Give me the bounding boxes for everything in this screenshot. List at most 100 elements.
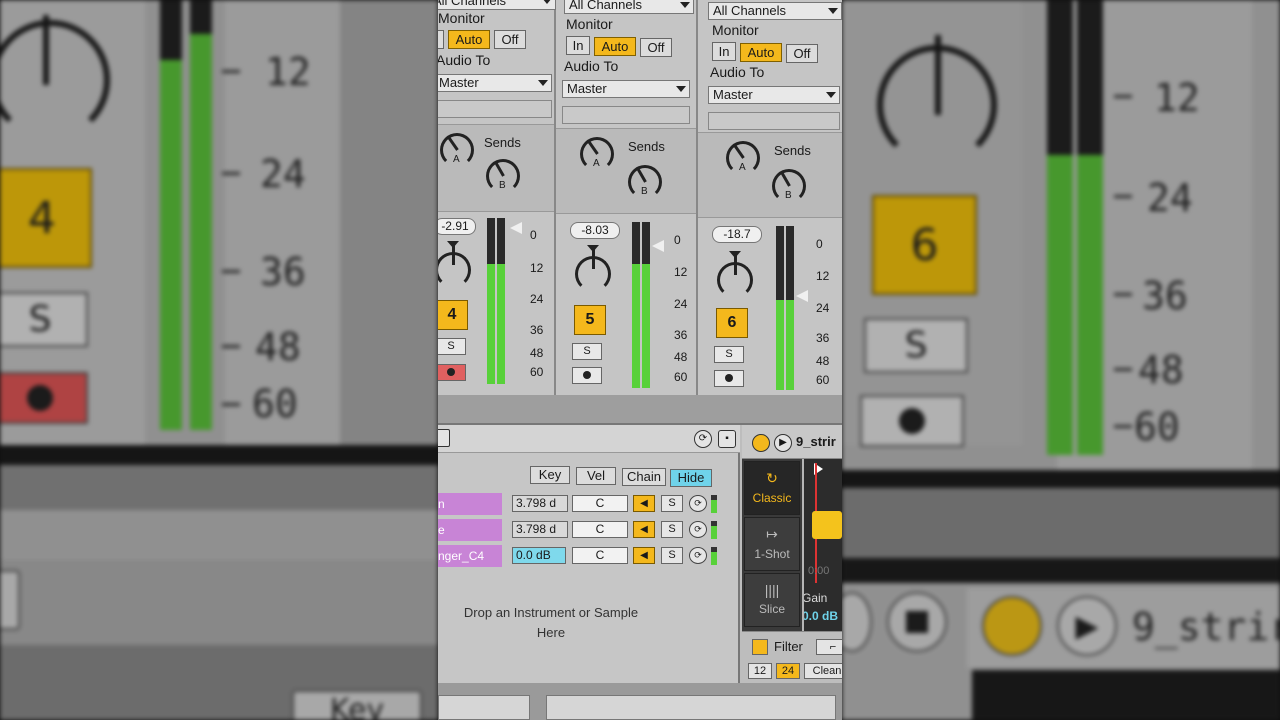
track-volume-display[interactable]: -8.03 — [570, 222, 620, 239]
slope-12-button[interactable]: 12 — [748, 663, 772, 679]
drop-zone-text[interactable]: Drop an Instrument or Sample — [438, 603, 664, 622]
track-volume-display[interactable]: -18.7 — [712, 226, 762, 243]
filter-type-icon[interactable]: ⌐ — [816, 639, 842, 655]
track-activator-5[interactable]: 5 — [574, 305, 606, 335]
chain-note[interactable]: C — [572, 521, 628, 538]
gain-value[interactable]: 0.0 dB — [804, 609, 838, 623]
pan-knob[interactable] — [438, 241, 471, 288]
video-frame: Key 12 24 36 48 60 4 S 12 24 36 48 60 6 … — [0, 0, 1280, 720]
audio-to-dropdown[interactable]: Master — [708, 86, 840, 104]
filter-toggle[interactable] — [752, 639, 768, 655]
chain-note[interactable]: C — [572, 495, 628, 512]
chain-solo[interactable]: S — [661, 547, 683, 564]
arm-button[interactable] — [438, 364, 466, 381]
hot-swap-icon[interactable]: ⟳ — [689, 521, 707, 538]
monitor-off-button[interactable]: Off — [786, 44, 818, 63]
chain-solo[interactable]: S — [661, 495, 683, 512]
input-channel-dropdown[interactable]: All Channels — [438, 0, 556, 10]
chain-row[interactable]: n 3.798 d C ◀ S ⟳ — [438, 493, 728, 515]
input-channel-dropdown[interactable]: All Channels — [564, 0, 694, 14]
monitor-auto-button[interactable]: Auto — [448, 30, 490, 49]
speaker-icon[interactable]: ◀ — [633, 547, 655, 564]
pan-knob[interactable] — [575, 245, 611, 292]
monitor-off-button[interactable]: Off — [640, 38, 672, 57]
chain-row[interactable]: e 3.798 d C ◀ S ⟳ — [438, 519, 728, 541]
audio-to-dropdown[interactable]: Master — [438, 74, 552, 92]
monitor-off-button[interactable]: Off — [494, 30, 526, 49]
chain-button[interactable]: Chain — [622, 468, 666, 486]
fold-icon[interactable] — [438, 429, 450, 447]
play-icon[interactable]: ▶ — [774, 434, 792, 452]
monitor-auto-button[interactable]: Auto — [594, 37, 636, 56]
waveform-display[interactable]: 0:00 Gain 0.0 dB — [804, 459, 842, 631]
track-volume-display[interactable]: -2.91 — [438, 218, 476, 235]
bottom-field-right[interactable] — [546, 695, 836, 720]
arm-button[interactable] — [714, 370, 744, 387]
chain-row[interactable]: nger_C4 0.0 dB C ◀ S ⟳ — [438, 545, 728, 567]
hot-swap-icon[interactable]: ⟳ — [689, 547, 707, 564]
filter-circuit-dropdown[interactable]: Clean — [804, 663, 842, 679]
send-a-knob[interactable]: A — [580, 137, 614, 171]
sends-label: Sends — [484, 135, 521, 150]
key-button[interactable]: Key — [530, 466, 570, 484]
chain-volume[interactable]: 3.798 d — [512, 495, 568, 512]
ableton-view: All Channels Monitor Auto Off Audio To M… — [438, 0, 842, 720]
audio-to-dropdown[interactable]: Master — [562, 80, 690, 98]
output-sub-dropdown[interactable] — [708, 112, 840, 130]
mode-classic-button[interactable]: ↻ Classic — [744, 461, 800, 515]
output-sub-dropdown[interactable] — [562, 106, 690, 124]
solo-button[interactable]: S — [714, 346, 744, 363]
arm-button[interactable] — [572, 367, 602, 384]
right-play-icon: ▶ — [1057, 596, 1117, 656]
right-pan-needle — [935, 35, 941, 115]
right-scale-48: 48 — [1138, 348, 1184, 392]
volume-fader-handle[interactable] — [510, 222, 522, 234]
mode-slice-button[interactable]: |||| Slice — [744, 573, 800, 627]
slope-24-button[interactable]: 24 — [776, 663, 800, 679]
volume-fader-handle[interactable] — [652, 240, 664, 252]
monitor-label: Monitor — [566, 16, 613, 32]
solo-button[interactable]: S — [572, 343, 602, 360]
hot-swap-icon[interactable]: ⟳ — [694, 430, 712, 448]
chain-name[interactable]: nger_C4 — [438, 545, 502, 567]
track-activator-6[interactable]: 6 — [716, 308, 748, 338]
solo-button[interactable]: S — [438, 338, 466, 355]
chain-note[interactable]: C — [572, 547, 628, 564]
output-sub-dropdown[interactable] — [438, 100, 552, 118]
chain-name[interactable]: n — [438, 493, 502, 515]
mode-oneshot-button[interactable]: ↦ 1-Shot — [744, 517, 800, 571]
meter-right — [642, 222, 650, 388]
save-icon[interactable]: ▪ — [718, 430, 736, 448]
monitor-in-button[interactable]: In — [712, 42, 736, 61]
right-record-arm — [860, 395, 964, 447]
send-b-knob[interactable]: B — [486, 159, 520, 193]
playback-modes: ↻ Classic ↦ 1-Shot |||| Slice — [742, 459, 802, 631]
send-a-knob[interactable]: A — [726, 141, 760, 175]
hot-swap-icon[interactable]: ⟳ — [689, 495, 707, 512]
monitor-in-button[interactable] — [438, 30, 444, 49]
track-activator-4[interactable]: 4 — [438, 300, 468, 330]
vel-button[interactable]: Vel — [576, 467, 616, 485]
hide-button[interactable]: Hide — [670, 469, 712, 487]
simpler-device: ▶ 9_strir ↻ Classic ↦ 1-Shot |||| Slice 0:0… — [742, 425, 842, 683]
drop-zone-text-2[interactable]: Here — [438, 623, 664, 642]
chain-name[interactable]: e — [438, 519, 502, 541]
pan-knob[interactable] — [717, 251, 753, 298]
monitor-in-button[interactable]: In — [566, 36, 590, 55]
chain-solo[interactable]: S — [661, 521, 683, 538]
input-channel-dropdown[interactable]: All Channels — [708, 2, 842, 20]
device-activator-icon[interactable] — [752, 434, 770, 452]
left-scale-48: 48 — [255, 325, 301, 369]
volume-fader-handle[interactable] — [796, 290, 808, 302]
bottom-bar — [438, 683, 842, 720]
send-b-knob[interactable]: B — [628, 165, 662, 199]
chain-volume[interactable]: 3.798 d — [512, 521, 568, 538]
send-a-knob[interactable]: A — [440, 133, 474, 167]
speaker-icon[interactable]: ◀ — [633, 495, 655, 512]
bottom-field-left[interactable] — [438, 695, 530, 720]
speaker-icon[interactable]: ◀ — [633, 521, 655, 538]
monitor-auto-button[interactable]: Auto — [740, 43, 782, 62]
sends-label: Sends — [628, 139, 665, 154]
send-b-knob[interactable]: B — [772, 169, 806, 203]
chain-volume[interactable]: 0.0 dB — [512, 547, 566, 564]
